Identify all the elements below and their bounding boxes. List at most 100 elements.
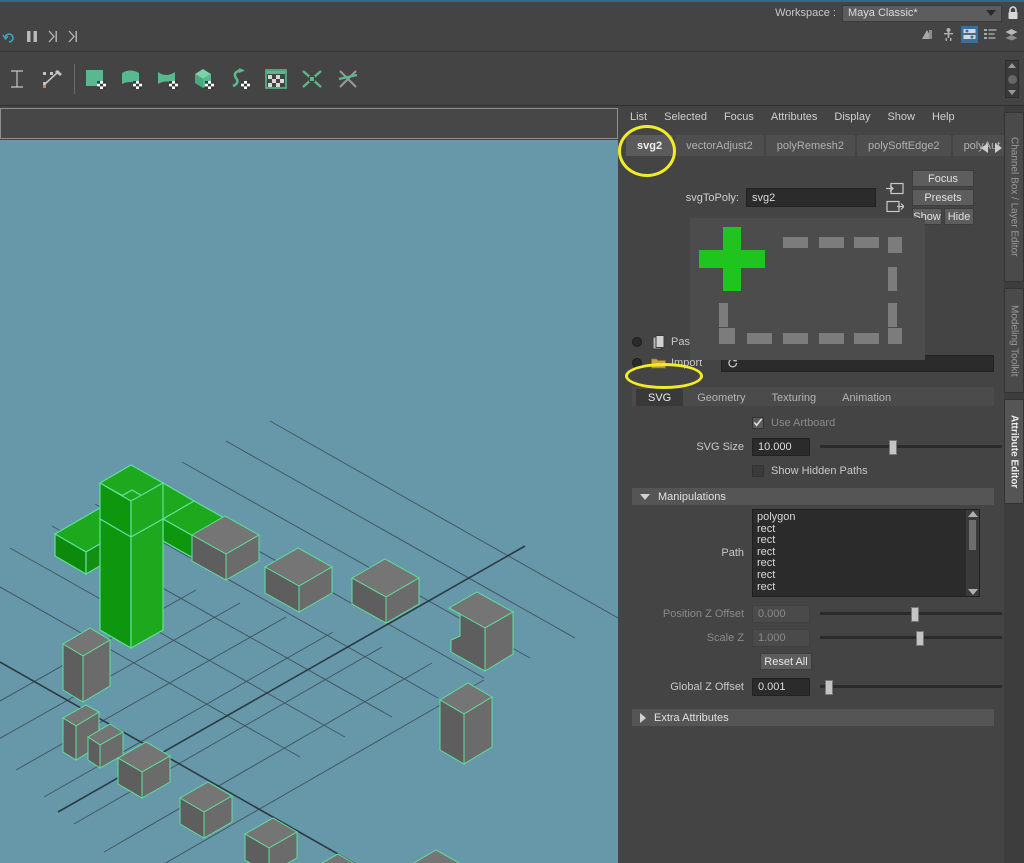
show-hidden-paths-checkbox[interactable] [752, 464, 764, 477]
position-z-offset-input[interactable]: 0.000 [752, 604, 810, 623]
use-artboard-checkbox[interactable] [752, 416, 764, 429]
folder-icon [649, 357, 667, 369]
viewport-menubar[interactable] [0, 108, 618, 139]
global-z-offset-row: Global Z Offset 0.001 [620, 676, 1004, 697]
use-artboard-label: Use Artboard [771, 416, 836, 429]
side-tab-label: Modeling Toolkit [1008, 304, 1020, 377]
tab-scroll-arrows [981, 143, 1002, 153]
pause-icon[interactable] [26, 30, 38, 45]
path-list-scrollbar[interactable] [966, 510, 979, 596]
scale-z-row: Scale Z 1.000 [620, 627, 1004, 648]
node-nav-icons [886, 182, 905, 214]
menu-help[interactable]: Help [932, 111, 955, 123]
position-z-offset-slider[interactable] [820, 605, 1002, 623]
workspace-select[interactable]: Maya Classic* [842, 4, 1002, 22]
side-tab-attribute-editor[interactable]: Attribute Editor [1004, 399, 1024, 504]
workspace-label: Workspace : [775, 7, 836, 19]
shelf-scroll-spinner[interactable] [1005, 60, 1019, 98]
list-item[interactable]: rect [757, 523, 979, 536]
import-radio[interactable] [632, 358, 642, 368]
menu-show[interactable]: Show [887, 111, 915, 123]
subtab-geometry[interactable]: Geometry [685, 389, 758, 406]
chevron-right-icon[interactable] [995, 143, 1002, 153]
hide-button[interactable]: Hide [944, 208, 974, 225]
list-item[interactable]: rect [757, 569, 979, 582]
side-tab-channel-box[interactable]: Channel Box / Layer Editor [1004, 112, 1024, 282]
svg-size-input[interactable]: 10.000 [752, 437, 810, 456]
list-item[interactable]: rect [757, 546, 979, 559]
select-tool-icon[interactable] [4, 66, 30, 92]
global-z-offset-slider[interactable] [820, 678, 1002, 696]
lock-icon[interactable] [1002, 6, 1024, 20]
scrollbar-thumb[interactable] [969, 520, 976, 550]
channel-box-icon[interactable] [982, 26, 999, 43]
chevron-left-icon[interactable] [981, 143, 988, 153]
manipulations-section-header[interactable]: Manipulations [632, 488, 994, 505]
scale-z-input[interactable]: 1.000 [752, 628, 810, 647]
extra-attributes-section-header[interactable]: Extra Attributes [632, 709, 994, 726]
path-list[interactable]: polygon rect rect rect rect rect rect [752, 509, 980, 597]
viewport-3d-canvas[interactable] [0, 140, 618, 863]
shelf-tool-buttons [83, 66, 361, 92]
show-hidden-paths-row: Show Hidden Paths [620, 460, 1004, 481]
subtab-texturing[interactable]: Texturing [759, 389, 829, 406]
poly-cube-icon[interactable] [191, 66, 217, 92]
node-tab-vectoradjust2[interactable]: vectorAdjust2 [675, 135, 764, 156]
show-hidden-paths-label: Show Hidden Paths [771, 464, 868, 477]
position-z-offset-row: Position Z Offset 0.000 [620, 603, 1004, 624]
menu-list[interactable]: List [630, 111, 647, 123]
playback-controls [0, 30, 78, 46]
node-tab-svg2[interactable]: svg2 [626, 135, 674, 156]
paste-radio[interactable] [632, 337, 642, 347]
node-type-label: svgToPoly: [685, 191, 739, 204]
step-forward-icon[interactable] [48, 30, 58, 45]
rigging-icon[interactable] [940, 26, 957, 43]
lasso-tool-icon[interactable] [40, 66, 66, 92]
node-output-icon[interactable] [886, 200, 905, 214]
node-name-row: svgToPoly: svg2 Focus Presets Show Hide [620, 170, 1004, 225]
workspace-bar: Workspace : Maya Classic* [0, 0, 1024, 24]
scale-z-slider[interactable] [820, 629, 1002, 647]
node-input-icon[interactable] [886, 182, 904, 196]
render-view-icon[interactable] [919, 26, 936, 43]
side-tab-modeling-toolkit[interactable]: Modeling Toolkit [1004, 288, 1024, 393]
svg-size-label: SVG Size [696, 440, 744, 453]
list-item[interactable]: rect [757, 535, 979, 547]
subtab-svg[interactable]: SVG [636, 389, 684, 406]
list-item[interactable]: rect [757, 581, 979, 594]
menu-attributes[interactable]: Attributes [771, 111, 817, 123]
list-item[interactable]: polygon [757, 511, 979, 524]
poly-surface-icon[interactable] [119, 66, 145, 92]
poly-cut-icon[interactable] [335, 66, 361, 92]
poly-texture-icon[interactable] [263, 66, 289, 92]
layer-editor-icon[interactable] [1003, 26, 1020, 43]
menu-focus[interactable]: Focus [724, 111, 754, 123]
menu-selected[interactable]: Selected [664, 111, 707, 123]
node-tab-polysoftedge2[interactable]: polySoftEdge2 [857, 135, 951, 156]
svg-size-slider[interactable] [820, 438, 1002, 456]
poly-curve-icon[interactable] [155, 66, 181, 92]
chevron-right-icon [640, 712, 646, 723]
side-tab-label: Attribute Editor [1008, 414, 1020, 489]
attribute-editor-icon[interactable] [961, 26, 978, 43]
node-tab-polyremesh2[interactable]: polyRemesh2 [765, 135, 855, 156]
reset-all-button[interactable]: Reset All [760, 653, 812, 670]
poly-sweep-icon[interactable] [227, 66, 253, 92]
box-3 [350, 558, 421, 624]
subtab-animation[interactable]: Animation [830, 389, 904, 406]
list-item[interactable]: rect [757, 558, 979, 570]
node-name-input[interactable]: svg2 [746, 188, 876, 207]
poly-merge-icon[interactable] [299, 66, 325, 92]
menu-display[interactable]: Display [834, 111, 870, 123]
scroll-up-icon[interactable] [967, 511, 978, 517]
presets-button[interactable]: Presets [912, 189, 974, 206]
shelf-left-tools [0, 66, 66, 92]
chevron-down-icon[interactable] [981, 5, 1001, 21]
poly-plane-icon[interactable] [83, 66, 109, 92]
attribute-editor-menubar: List Selected Focus Attributes Display S… [620, 106, 1004, 128]
focus-button[interactable]: Focus [912, 170, 974, 187]
undo-icon[interactable] [2, 30, 16, 46]
global-z-offset-input[interactable]: 0.001 [752, 677, 810, 696]
step-end-icon[interactable] [68, 30, 78, 45]
scroll-down-icon[interactable] [967, 589, 978, 595]
